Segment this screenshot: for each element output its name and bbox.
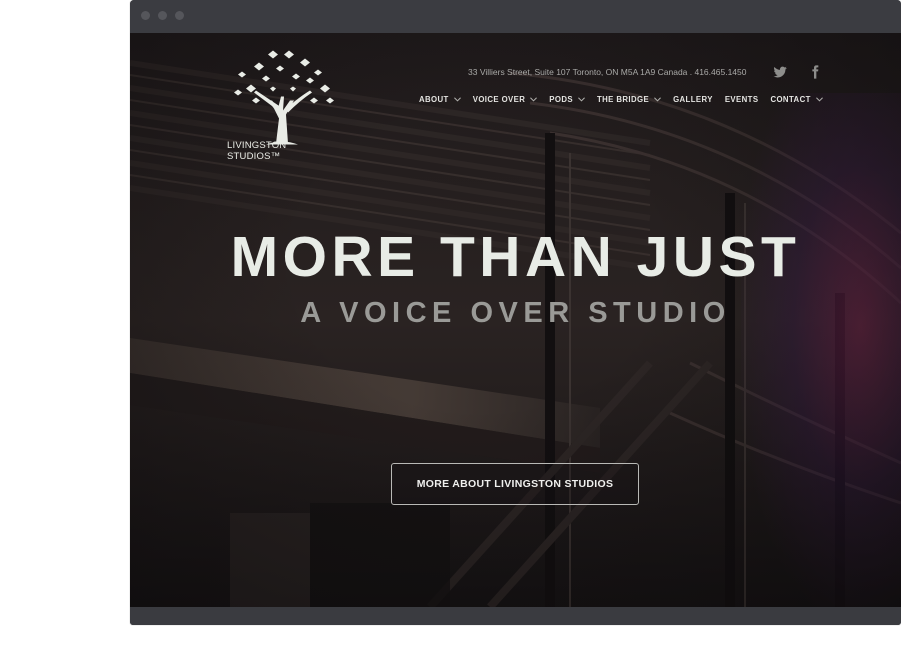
nav-item-label: VOICE OVER bbox=[472, 94, 526, 104]
livingston-tree-logo-icon[interactable] bbox=[226, 41, 336, 156]
chevron-down-icon bbox=[815, 96, 823, 102]
hero-title: MORE THAN JUST bbox=[230, 225, 801, 289]
facebook-icon[interactable] bbox=[807, 64, 823, 80]
nav-item-voice-over[interactable]: VOICE OVER bbox=[473, 92, 538, 106]
nav-item-label: GALLERY bbox=[673, 94, 713, 104]
browser-title-bar bbox=[130, 0, 901, 33]
nav-item-contact[interactable]: CONTACT bbox=[770, 92, 823, 106]
window-close-dot[interactable] bbox=[141, 11, 150, 20]
nav-item-label: EVENTS bbox=[724, 94, 759, 104]
window-minimize-dot[interactable] bbox=[158, 11, 167, 20]
chevron-down-icon bbox=[453, 96, 461, 102]
main-navigation: ABOUT VOICE OVER PODS THE BRIDGE GALLERY… bbox=[419, 92, 835, 106]
hero-subtitle: A VOICE OVER STUDIO bbox=[300, 297, 731, 329]
browser-bottom-bar bbox=[130, 607, 901, 625]
twitter-icon[interactable] bbox=[772, 64, 788, 80]
chevron-down-icon bbox=[530, 96, 538, 102]
nav-item-pods[interactable]: PODS bbox=[549, 92, 585, 106]
chevron-down-icon bbox=[578, 96, 585, 102]
studio-address: 33 Villiers Street, Suite 107 Toronto, O… bbox=[468, 67, 747, 77]
nav-item-label: CONTACT bbox=[770, 94, 811, 104]
nav-item-about[interactable]: ABOUT bbox=[419, 92, 461, 106]
logo-wordmark[interactable]: LIVINGSTON STUDIOS™ bbox=[227, 140, 337, 162]
nav-item-label: PODS bbox=[549, 94, 573, 104]
chevron-down-icon bbox=[654, 96, 661, 102]
window-maximize-dot[interactable] bbox=[175, 11, 184, 20]
nav-item-label: THE BRIDGE bbox=[596, 94, 650, 104]
page-viewport: LIVINGSTON STUDIOS™ 33 Villiers Street, … bbox=[130, 33, 901, 607]
nav-item-label: ABOUT bbox=[419, 94, 449, 104]
nav-item-events[interactable]: EVENTS bbox=[725, 92, 759, 106]
browser-window: LIVINGSTON STUDIOS™ 33 Villiers Street, … bbox=[130, 0, 901, 625]
more-about-button[interactable]: MORE ABOUT LIVINGSTON STUDIOS bbox=[391, 463, 639, 505]
nav-item-the-bridge[interactable]: THE BRIDGE bbox=[597, 92, 661, 106]
nav-item-gallery[interactable]: GALLERY bbox=[673, 92, 713, 106]
